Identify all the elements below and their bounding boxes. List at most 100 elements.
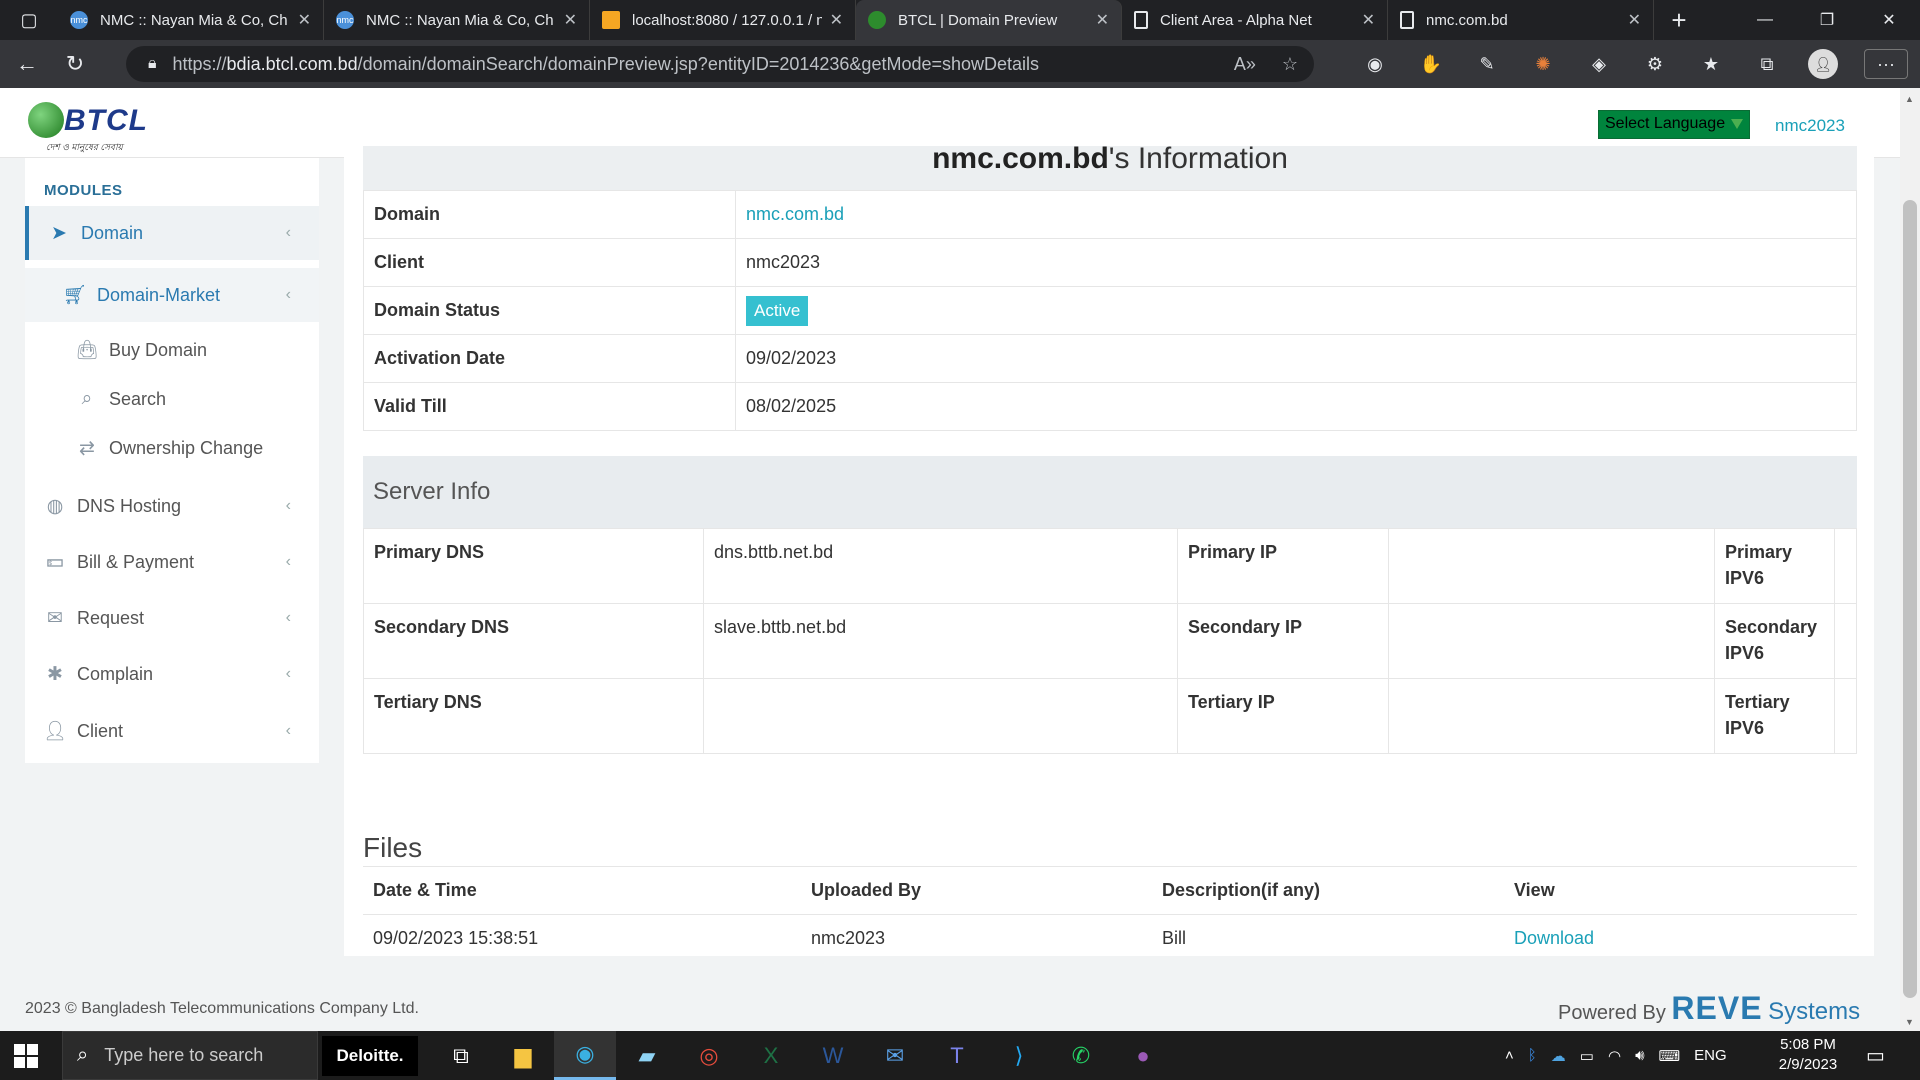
extensions-icon[interactable]: ⚙ — [1640, 49, 1670, 79]
chrome-icon[interactable]: ◎ — [678, 1031, 740, 1080]
sidebar-item-domain[interactable]: ➤ Domain ‹ — [25, 206, 319, 260]
browser-tab[interactable]: localhost:8080 / 127.0.0.1 / n ✕ — [590, 0, 856, 40]
volume-icon[interactable]: 🔊︎ — [1635, 1047, 1644, 1064]
browser-tab-active[interactable]: BTCL | Domain Preview ✕ — [856, 0, 1122, 40]
tab-actions-icon[interactable]: ▢ — [0, 0, 58, 40]
address-bar[interactable]: 🔒︎ https://bdia.btcl.com.bd/domain/domai… — [126, 46, 1314, 82]
more-menu-icon[interactable]: ··· — [1864, 49, 1908, 79]
sidebar-item-search[interactable]: ⌕ Search — [25, 375, 319, 423]
status-badge: Active — [746, 295, 809, 326]
document-icon — [1134, 11, 1148, 29]
adblock-extension-icon[interactable]: ✋ — [1416, 49, 1446, 79]
heading-domain: nmc.com.bd — [932, 146, 1109, 175]
bluetooth-icon[interactable]: ᛒ — [1528, 1047, 1537, 1064]
browser-tab[interactable]: Client Area - Alpha Net ✕ — [1122, 0, 1388, 40]
close-icon[interactable]: ✕ — [1628, 10, 1641, 30]
tab-title: Client Area - Alpha Net — [1160, 11, 1312, 29]
scrollbar-thumb[interactable] — [1903, 200, 1917, 998]
search-icon: ⌕ — [81, 388, 93, 409]
download-link[interactable]: Download — [1514, 928, 1594, 948]
layers-extension-icon[interactable]: ◈ — [1584, 49, 1614, 79]
vscode-icon[interactable]: ⟩ — [988, 1031, 1050, 1080]
favorites-icon[interactable]: ★ — [1696, 49, 1726, 79]
teams-icon[interactable]: T — [926, 1031, 988, 1080]
sidebar-item-bill-payment[interactable]: 💵︎ Bill & Payment ‹ — [25, 535, 319, 589]
task-view-icon[interactable]: ⧉ — [430, 1031, 492, 1080]
close-icon[interactable]: ✕ — [1096, 10, 1109, 30]
scroll-up-icon[interactable]: ▲ — [1905, 94, 1914, 104]
read-aloud-icon[interactable]: A» — [1234, 54, 1256, 75]
btcl-favicon-icon — [868, 11, 886, 29]
browser-tab[interactable]: nmc NMC :: Nayan Mia & Co, Ch ✕ — [58, 0, 324, 40]
collections-icon[interactable]: ⧉ — [1752, 49, 1782, 79]
battery-icon[interactable]: ▭ — [1580, 1047, 1594, 1065]
info-value: nmc2023 — [735, 238, 1857, 287]
lock-icon[interactable]: 🔒︎ — [148, 55, 157, 73]
deloitte-app[interactable]: Deloitte. — [322, 1036, 418, 1076]
sidebar-item-label: Bill & Payment — [77, 551, 195, 572]
chevron-left-icon: ‹ — [285, 497, 291, 514]
domain-link[interactable]: nmc.com.bd — [746, 204, 844, 224]
windows-start-icon[interactable] — [14, 1044, 38, 1068]
ipv6-label: Primary IPV6 — [1714, 528, 1835, 604]
chevron-up-icon[interactable]: ˄ — [1505, 1047, 1514, 1064]
sidebar-item-dns-hosting[interactable]: ◍ DNS Hosting ‹ — [25, 479, 319, 533]
language-select[interactable]: Select Language — [1598, 110, 1750, 139]
add-favorite-icon[interactable]: ☆ — [1282, 54, 1298, 75]
close-window-icon[interactable]: ✕ — [1858, 0, 1920, 40]
vertical-scrollbar[interactable]: ▲ ▼ — [1900, 88, 1920, 1031]
sidebar-item-client[interactable]: 👤︎ Client ‹ — [25, 704, 319, 758]
excel-icon[interactable]: X — [740, 1031, 802, 1080]
close-icon[interactable]: ✕ — [830, 10, 843, 30]
user-menu-link[interactable]: nmc2023 — [1775, 116, 1845, 136]
reload-button[interactable]: ↻ — [54, 44, 96, 84]
sidebar-item-domain-market[interactable]: 🛒︎ Domain-Market ‹ — [25, 268, 319, 322]
column-header: Description(if any) — [1152, 866, 1504, 915]
back-button[interactable]: ← — [6, 44, 48, 84]
github-icon[interactable]: ● — [1112, 1031, 1174, 1080]
chevron-left-icon: ‹ — [285, 609, 291, 626]
notepad-icon[interactable]: ▰ — [616, 1031, 678, 1080]
new-tab-button[interactable]: + — [1654, 0, 1704, 40]
sidebar-item-label: DNS Hosting — [77, 495, 182, 516]
table-row: Tertiary DNS Tertiary IP Tertiary IPV6 — [363, 678, 1857, 754]
edge-icon[interactable]: ◉ — [554, 1031, 616, 1080]
taskbar-clock[interactable]: 5:08 PM 2/9/2023 — [1768, 1035, 1848, 1075]
notification-icon[interactable]: ▭ — [1866, 1043, 1885, 1068]
scroll-down-icon[interactable]: ▼ — [1905, 1017, 1914, 1027]
powered-by: Powered By REVE Systems — [1558, 990, 1860, 1027]
sidebar-item-request[interactable]: ✉ Request ‹ — [25, 591, 319, 645]
close-icon[interactable]: ✕ — [564, 10, 577, 30]
cookie-extension-icon[interactable]: ✺ — [1528, 49, 1558, 79]
taskbar-search[interactable]: ⌕ Type here to search — [62, 1031, 318, 1080]
sidebar-item-ownership-change[interactable]: ⇄ Ownership Change — [25, 424, 319, 472]
system-tray: ˄ ᛒ ☁ ▭ ◠ 🔊︎ ⌨ ENG — [1505, 1031, 1727, 1080]
wifi-icon[interactable]: ◠ — [1608, 1047, 1621, 1065]
phpmyadmin-favicon-icon — [602, 11, 620, 29]
cursor-extension-icon[interactable]: ◉ — [1360, 49, 1390, 79]
keyboard-icon[interactable]: ⌨ — [1659, 1047, 1681, 1065]
sidebar-item-label: Buy Domain — [109, 339, 208, 360]
close-icon[interactable]: ✕ — [1362, 10, 1375, 30]
btcl-logo[interactable]: BTCL দেশ ও মানুষের সেবায় — [24, 94, 147, 152]
nmc-favicon-icon: nmc — [70, 11, 88, 29]
file-explorer-icon[interactable]: ▆ — [492, 1031, 554, 1080]
restore-icon[interactable]: ❐ — [1796, 0, 1858, 40]
word-icon[interactable]: W — [802, 1031, 864, 1080]
onedrive-icon[interactable]: ☁ — [1551, 1047, 1566, 1065]
minimize-icon[interactable]: — — [1734, 0, 1796, 40]
ipv6-label: Secondary IPV6 — [1714, 603, 1835, 679]
ipv6-label: Tertiary IPV6 — [1714, 678, 1835, 754]
sidebar-item-complain[interactable]: ✱ Complain ‹ — [25, 647, 319, 701]
mail-icon[interactable]: ✉ — [864, 1031, 926, 1080]
whatsapp-icon[interactable]: ✆ — [1050, 1031, 1112, 1080]
pen-extension-icon[interactable]: ✎ — [1472, 49, 1502, 79]
browser-tab[interactable]: nmc.com.bd ✕ — [1388, 0, 1654, 40]
sidebar-item-buy-domain[interactable]: 👜︎ Buy Domain — [25, 326, 319, 374]
dns-value: dns.bttb.net.bd — [703, 528, 1178, 604]
profile-avatar[interactable]: 👤︎ — [1808, 49, 1838, 79]
envelope-icon: ✉ — [47, 607, 63, 629]
browser-tab[interactable]: nmc NMC :: Nayan Mia & Co, Ch ✕ — [324, 0, 590, 40]
language-indicator[interactable]: ENG — [1694, 1047, 1727, 1064]
close-icon[interactable]: ✕ — [298, 10, 311, 30]
